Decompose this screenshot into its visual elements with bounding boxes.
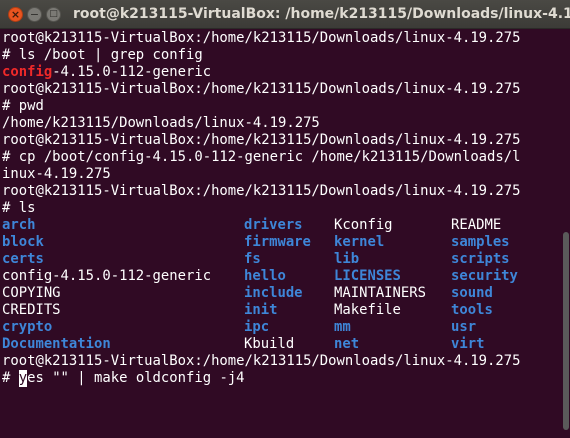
- directory-entry: scripts: [451, 251, 510, 267]
- window-title: root@k213115-VirtualBox: /home/k213115/D…: [73, 6, 570, 22]
- directory-entry: hello: [244, 268, 286, 284]
- directory-entry: certs: [2, 251, 44, 267]
- command-prefix: #: [2, 370, 19, 386]
- file-entry: CREDITS: [2, 302, 61, 318]
- grep-match-text: config: [2, 64, 53, 80]
- command-line: # ls: [2, 200, 36, 216]
- file-entry: Makefile: [334, 302, 401, 318]
- directory-entry: firmware: [244, 234, 311, 250]
- directory-entry: Documentation: [2, 336, 111, 352]
- file-entry: config-4.15.0-112-generic: [2, 268, 212, 284]
- directory-entry: block: [2, 234, 44, 250]
- directory-entry: usr: [451, 319, 477, 335]
- terminal-window: × − □ root@k213115-VirtualBox: /home/k21…: [0, 0, 570, 438]
- directory-entry: init: [244, 302, 278, 318]
- ls-row: CREDITS init Makefile tools: [2, 302, 558, 319]
- prompt-line: root@k213115-VirtualBox:/home/k213115/Do…: [2, 81, 521, 97]
- output-line: /home/k213115/Downloads/linux-4.19.275: [2, 115, 320, 131]
- directory-entry: net: [334, 336, 360, 352]
- minimize-icon[interactable]: −: [27, 7, 42, 22]
- directory-entry: tools: [451, 302, 493, 318]
- directory-entry: samples: [451, 234, 510, 250]
- ls-row: certs fs lib scripts: [2, 251, 558, 268]
- ls-row: Documentation Kbuild net virt: [2, 336, 558, 353]
- scrollbar[interactable]: [563, 232, 569, 430]
- command-line: # pwd: [2, 98, 44, 114]
- directory-entry: virt: [451, 336, 485, 352]
- directory-entry: arch: [2, 217, 36, 233]
- prompt-line: root@k213115-VirtualBox:/home/k213115/Do…: [2, 183, 521, 199]
- terminal-output[interactable]: root@k213115-VirtualBox:/home/k213115/Do…: [2, 30, 558, 387]
- title-bar[interactable]: × − □ root@k213115-VirtualBox: /home/k21…: [0, 0, 570, 29]
- output-line: config-4.15.0-112-generic: [2, 64, 558, 81]
- prompt-line: root@k213115-VirtualBox:/home/k213115/Do…: [2, 353, 521, 369]
- maximize-icon[interactable]: □: [46, 7, 61, 22]
- directory-entry: mm: [334, 319, 351, 335]
- text-cursor: y: [18, 370, 28, 387]
- file-entry: README: [451, 217, 502, 233]
- current-command-line[interactable]: # yes "" | make oldconfig -j4: [2, 370, 558, 387]
- directory-entry: lib: [334, 251, 360, 267]
- ls-row: crypto ipc mm usr: [2, 319, 558, 336]
- directory-entry: drivers: [244, 217, 303, 233]
- prompt-line: root@k213115-VirtualBox:/home/k213115/Do…: [2, 30, 521, 46]
- ls-row: config-4.15.0-112-generic hello LICENSES…: [2, 268, 558, 285]
- command-line-wrap: inux-4.19.275: [2, 166, 111, 182]
- prompt-line: root@k213115-VirtualBox:/home/k213115/Do…: [2, 132, 521, 148]
- directory-entry: LICENSES: [334, 268, 401, 284]
- directory-entry: ipc: [244, 319, 270, 335]
- ls-row: block firmware kernel samples: [2, 234, 558, 251]
- directory-entry: kernel: [334, 234, 385, 250]
- command-line: # ls /boot | grep config: [2, 47, 203, 63]
- directory-entry: fs: [244, 251, 261, 267]
- directory-entry: crypto: [2, 319, 53, 335]
- file-entry: COPYING: [2, 285, 61, 301]
- command-text: es "" | make oldconfig -j4: [27, 370, 245, 386]
- output-text: -4.15.0-112-generic: [52, 64, 212, 80]
- ls-row: COPYING include MAINTAINERS sound: [2, 285, 558, 302]
- directory-entry: security: [451, 268, 518, 284]
- file-entry: MAINTAINERS: [334, 285, 426, 301]
- file-entry: Kconfig: [334, 217, 393, 233]
- command-line: # cp /boot/config-4.15.0-112-generic /ho…: [2, 149, 521, 165]
- ls-row: arch drivers Kconfig README: [2, 217, 558, 234]
- directory-entry: sound: [451, 285, 493, 301]
- file-entry: Kbuild: [244, 336, 295, 352]
- directory-entry: include: [244, 285, 303, 301]
- close-icon[interactable]: ×: [8, 7, 23, 22]
